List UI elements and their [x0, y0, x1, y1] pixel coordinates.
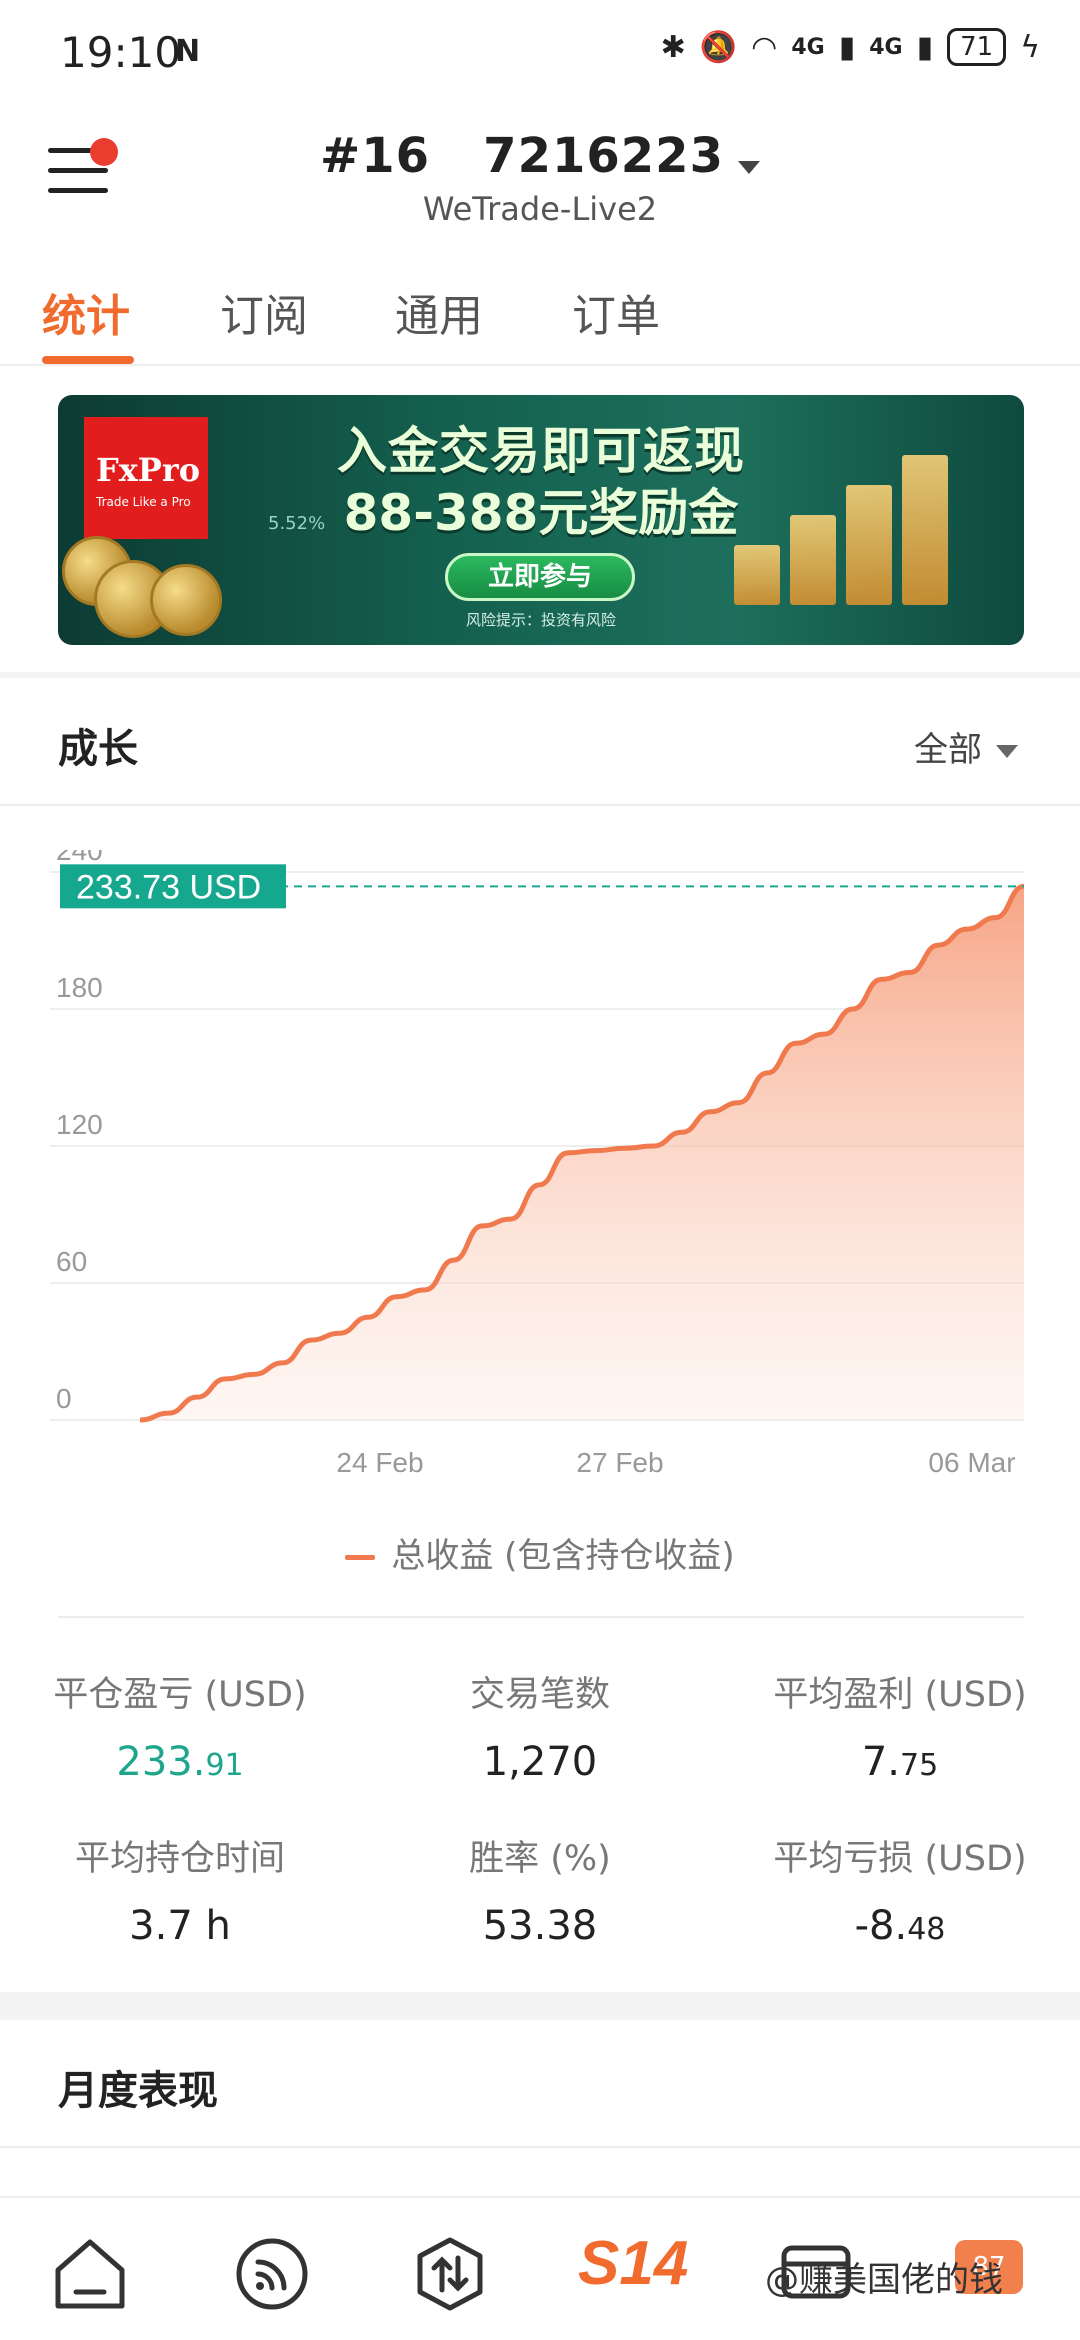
stat-label: 平仓盈亏 (USD) — [53, 1675, 307, 1715]
monthly-performance-title: 月度表现 — [58, 2068, 218, 2114]
stat-value: 1,270 — [482, 1739, 598, 1785]
signal-4g-icon-2: 4G — [869, 34, 903, 60]
nfc-icon: N — [175, 34, 201, 69]
wifi-icon: ◠ — [751, 29, 778, 65]
stat-avg-profit: 平均盈利 (USD) 7.75 — [720, 1666, 1080, 1785]
status-bar: 19:10 N ✱ 🔕 ◠ 4G ▮ 4G ▮ 71 ϟ — [0, 0, 1080, 100]
growth-title: 成长 — [58, 726, 138, 772]
join-now-button[interactable]: 立即参与 — [445, 553, 635, 601]
account-switcher[interactable]: #16 7216223 WeTrade-Live2 — [0, 128, 1080, 228]
y-tick-label: 120 — [56, 1109, 103, 1140]
tab-stats[interactable]: 统计 — [42, 280, 130, 344]
feed-icon[interactable] — [232, 2234, 312, 2314]
home-icon[interactable] — [50, 2234, 130, 2314]
y-tick-label: 180 — [56, 972, 103, 1003]
active-tab-indicator — [42, 356, 134, 364]
charging-icon: ϟ — [1020, 29, 1040, 65]
s14-tab[interactable]: S14 — [578, 2228, 688, 2299]
battery-icon: 71 — [947, 28, 1007, 66]
promo-banner[interactable]: FxPro Trade Like a Pro 5.52% 入金交易即可返现 88… — [58, 395, 1024, 645]
stat-win-rate: 胜率 (%) 53.38 — [360, 1830, 720, 1949]
stat-value: 233.91 — [116, 1739, 244, 1785]
legend-swatch — [345, 1555, 376, 1560]
section-separator — [0, 672, 1080, 678]
x-tick-label: 24 Feb — [336, 1447, 423, 1478]
status-icons: ✱ 🔕 ◠ 4G ▮ 4G ▮ 71 ϟ — [661, 28, 1040, 66]
stat-closed-pnl: 平仓盈亏 (USD) 233.91 — [0, 1666, 360, 1785]
growth-range-dropdown[interactable]: 全部 — [914, 722, 1018, 771]
y-tick-label: 0 — [56, 1383, 72, 1414]
mute-icon: 🔕 — [699, 29, 738, 65]
stat-value: 3.7 h — [129, 1903, 231, 1949]
signal-bars-icon: ▮ — [838, 29, 856, 65]
stat-value: -8.48 — [854, 1903, 946, 1949]
chart-legend: 总收益 (包含持仓收益) — [0, 1528, 1080, 1577]
divider — [58, 1616, 1024, 1618]
x-axis-ticks: 24 Feb 27 Feb 06 Mar — [336, 1447, 1015, 1478]
trade-icon[interactable] — [410, 2234, 490, 2314]
stat-avg-loss: 平均亏损 (USD) -8.48 — [720, 1830, 1080, 1949]
stat-label: 胜率 (%) — [469, 1839, 611, 1879]
stat-label: 平均亏损 (USD) — [773, 1839, 1027, 1879]
stat-label: 平均持仓时间 — [74, 1839, 285, 1879]
x-tick-label: 06 Mar — [928, 1447, 1015, 1478]
chevron-down-icon — [996, 745, 1018, 758]
tab-orders[interactable]: 订单 — [572, 280, 660, 344]
stat-avg-hold-time: 平均持仓时间 3.7 h — [0, 1830, 360, 1949]
divider — [0, 2146, 1080, 2148]
app-header: #16 7216223 WeTrade-Live2 — [0, 110, 1080, 240]
watermark: @赚美国佬的钱 — [765, 2260, 1003, 2300]
y-axis-ticks: 0 60 120 180 240 — [56, 850, 103, 1414]
chevron-down-icon — [737, 161, 760, 174]
bluetooth-icon: ✱ — [660, 29, 686, 65]
growth-chart: 0 60 120 180 240 24 Feb 27 Feb 06 Mar 233.73 U… — [50, 850, 1025, 1478]
tab-subscribe[interactable]: 订阅 — [220, 280, 308, 344]
divider — [0, 804, 1080, 806]
stat-value: 53.38 — [482, 1903, 598, 1949]
banner-subtitle: 88-388元奖励金 — [343, 484, 739, 542]
stat-label: 平均盈利 (USD) — [773, 1675, 1027, 1715]
status-time: 19:10 — [60, 28, 182, 77]
x-tick-label: 27 Feb — [576, 1447, 663, 1478]
account-number: #16 7216223 — [320, 128, 724, 184]
growth-range-value: 全部 — [914, 730, 982, 770]
signal-4g-icon: 4G — [791, 34, 825, 60]
tab-bar: 统计 订阅 通用 订单 — [0, 270, 1080, 366]
tab-general[interactable]: 通用 — [395, 280, 483, 344]
stat-label: 交易笔数 — [469, 1675, 610, 1715]
y-tick-label: 240 — [56, 850, 103, 866]
legend-label: 总收益 (包含持仓收益) — [391, 1536, 735, 1576]
risk-notice: 风险提示：投资有风险 — [465, 611, 616, 629]
server-name: WeTrade-Live2 — [422, 190, 658, 228]
y-tick-label: 60 — [56, 1246, 87, 1277]
stat-value: 7.75 — [861, 1739, 939, 1785]
graphic-bar — [734, 545, 780, 605]
current-value-label: 233.73 USD — [76, 868, 261, 906]
stat-trade-count: 交易笔数 1,270 — [360, 1666, 720, 1785]
section-separator — [0, 1992, 1080, 2020]
signal-bars-icon-2: ▮ — [916, 29, 934, 65]
